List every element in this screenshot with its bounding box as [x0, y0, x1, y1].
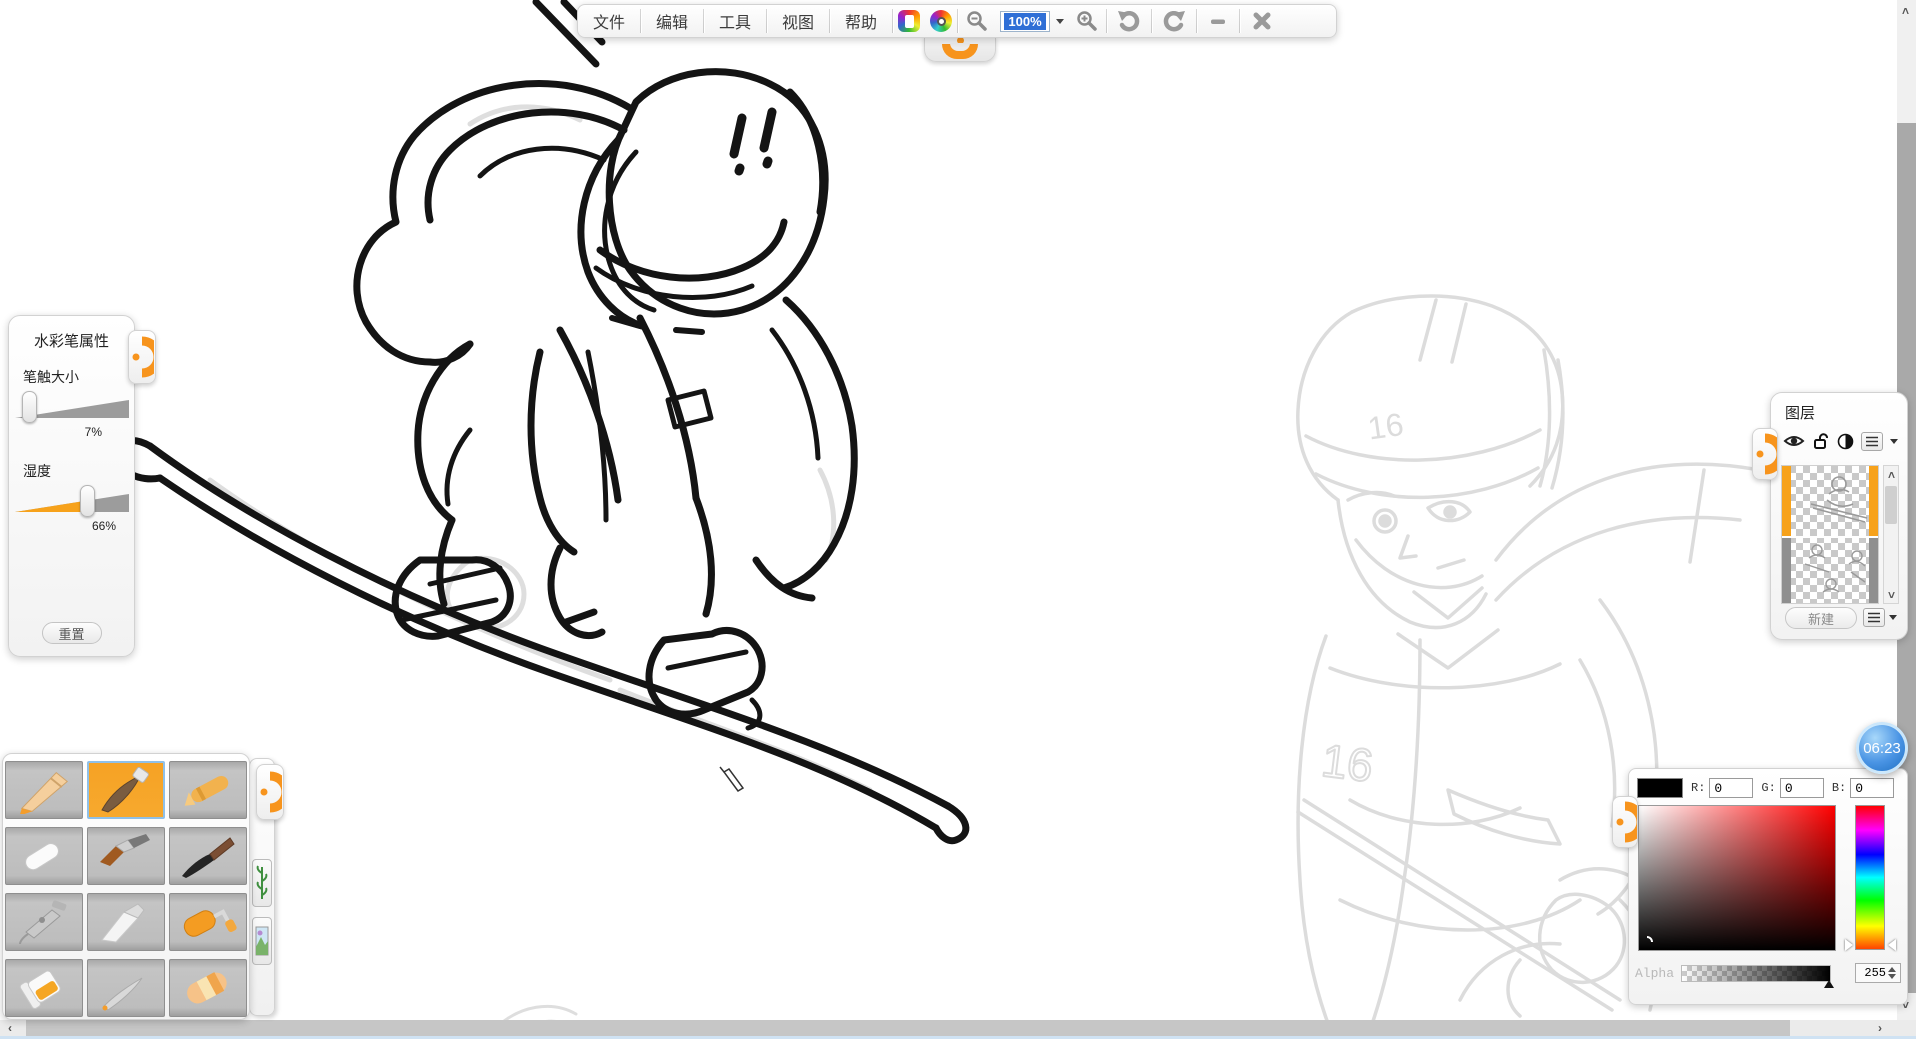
- horizontal-scroll-thumb[interactable]: [26, 1020, 1790, 1036]
- layers-panel-handle[interactable]: [1752, 428, 1778, 480]
- image-brush-tab[interactable]: [252, 917, 272, 965]
- eye-icon[interactable]: [1783, 433, 1805, 449]
- brush-properties-panel: 水彩笔属性 笔触大小 7% 湿度 66% 重置: [8, 315, 135, 657]
- horizontal-scrollbar[interactable]: ‹ ›: [0, 1020, 1916, 1036]
- layer-options-icon[interactable]: [1863, 608, 1885, 627]
- g-input[interactable]: [1780, 778, 1824, 798]
- color-wheel-icon[interactable]: [925, 5, 957, 37]
- brush-size-value: 7%: [9, 425, 102, 439]
- redo-icon[interactable]: [1152, 5, 1196, 37]
- menu-help[interactable]: 帮助: [830, 5, 892, 37]
- brush-crayon[interactable]: [169, 761, 247, 819]
- zoom-dropdown-icon[interactable]: [1052, 5, 1068, 37]
- brush-palette-knife[interactable]: [87, 893, 165, 951]
- brush-paint-tube[interactable]: [5, 959, 83, 1017]
- toolbar-pull-tab[interactable]: [924, 36, 996, 62]
- saturation-value-square[interactable]: [1638, 805, 1836, 951]
- brush-paint-roller[interactable]: [169, 893, 247, 951]
- b-input[interactable]: [1850, 778, 1894, 798]
- pen-cursor: [720, 767, 743, 791]
- wetness-label: 湿度: [23, 461, 134, 481]
- unlock-icon[interactable]: [1812, 432, 1830, 450]
- reset-button[interactable]: 重置: [42, 622, 102, 644]
- g-label: G:: [1761, 781, 1775, 795]
- alpha-up-icon[interactable]: [1888, 967, 1896, 972]
- scroll-up-icon[interactable]: ˄: [1902, 4, 1909, 18]
- tab-smile-icon: [942, 44, 978, 59]
- layer-options-caret-icon[interactable]: [1889, 615, 1897, 620]
- undo-icon[interactable]: [1107, 5, 1151, 37]
- plants-brush-tab[interactable]: [252, 859, 272, 907]
- layer-item[interactable]: [1782, 538, 1878, 603]
- layer-list: [1781, 465, 1879, 604]
- sketch-helmet-number: 16: [1365, 406, 1405, 447]
- brush-grid: [5, 761, 249, 1017]
- panel-title: 水彩笔属性: [9, 330, 134, 351]
- brush-liner-brush[interactable]: [87, 959, 165, 1017]
- brush-flat-brush[interactable]: [87, 827, 165, 885]
- paint-app-window: 16 16: [0, 0, 1916, 1039]
- brush-pencil[interactable]: [5, 761, 83, 819]
- alpha-spinner[interactable]: [1855, 963, 1901, 983]
- close-icon[interactable]: [1240, 5, 1284, 37]
- zoom-in-icon[interactable]: [1068, 5, 1106, 37]
- palette-handle[interactable]: [256, 764, 284, 820]
- new-layer-button[interactable]: 新建: [1785, 607, 1857, 629]
- contrast-icon[interactable]: [1837, 433, 1854, 450]
- layer-item[interactable]: [1782, 466, 1878, 538]
- current-color-swatch[interactable]: [1637, 778, 1683, 798]
- alpha-label: Alpha: [1635, 966, 1681, 981]
- brush-palette-panel: [2, 753, 250, 1020]
- brush-size-handle[interactable]: [22, 391, 37, 423]
- b-label: B:: [1832, 781, 1846, 795]
- alpha-input[interactable]: [1856, 966, 1886, 980]
- hue-bar[interactable]: [1855, 805, 1885, 950]
- main-toolbar: 文件 编辑 工具 视图 帮助 100%: [577, 4, 1337, 38]
- tools-color-icon[interactable]: [893, 5, 925, 37]
- brush-eraser[interactable]: [169, 959, 247, 1017]
- wetness-slider[interactable]: [15, 485, 128, 517]
- brush-airbrush[interactable]: [5, 893, 83, 951]
- scroll-right-icon[interactable]: ›: [1878, 1021, 1882, 1035]
- layer-list-scrollbar[interactable]: ˄ ˅: [1883, 465, 1899, 604]
- brush-size-label: 笔触大小: [23, 367, 134, 387]
- layer-menu-caret-icon[interactable]: [1890, 439, 1898, 444]
- zoom-out-icon[interactable]: [958, 5, 996, 37]
- sketch-jersey-number: 16: [1319, 734, 1376, 792]
- brush-panel-handle[interactable]: [128, 330, 156, 384]
- layer-menu-icon[interactable]: [1861, 432, 1883, 451]
- menu-view[interactable]: 视图: [767, 5, 829, 37]
- brush-ink-brush[interactable]: [169, 827, 247, 885]
- alpha-down-icon[interactable]: [1888, 974, 1896, 979]
- layers-title: 图层: [1785, 402, 1907, 423]
- session-timer[interactable]: 06:23: [1856, 722, 1908, 774]
- timer-value: 06:23: [1863, 740, 1901, 757]
- minimize-icon[interactable]: [1197, 5, 1239, 37]
- scroll-left-icon[interactable]: ‹: [8, 1021, 12, 1035]
- color-picker-panel: R: G: B: Alpha: [1628, 768, 1908, 1005]
- zoom-level-field[interactable]: 100%: [1000, 11, 1050, 32]
- wetness-value: 66%: [9, 519, 116, 533]
- layers-panel: 图层: [1770, 392, 1908, 640]
- brush-size-slider[interactable]: [15, 391, 128, 423]
- r-label: R:: [1691, 781, 1705, 795]
- menu-tools[interactable]: 工具: [704, 5, 766, 37]
- wetness-handle[interactable]: [80, 485, 95, 517]
- layer-scroll-down-icon[interactable]: ˅: [1888, 588, 1895, 602]
- sv-cursor-icon: [1641, 936, 1653, 948]
- alpha-marker-icon[interactable]: [1824, 980, 1834, 988]
- color-panel-handle[interactable]: [1612, 796, 1638, 848]
- brush-watercolor-brush[interactable]: [87, 761, 165, 819]
- menu-edit[interactable]: 编辑: [641, 5, 703, 37]
- hue-marker-left-icon[interactable]: [1845, 939, 1853, 951]
- r-input[interactable]: [1709, 778, 1753, 798]
- hue-marker-right-icon[interactable]: [1888, 939, 1896, 951]
- menu-file[interactable]: 文件: [578, 5, 640, 37]
- brush-chalk[interactable]: [5, 827, 83, 885]
- snowboarder-drawing: [118, 2, 966, 841]
- layer-scroll-up-icon[interactable]: ˄: [1888, 468, 1895, 482]
- alpha-slider[interactable]: [1681, 965, 1831, 982]
